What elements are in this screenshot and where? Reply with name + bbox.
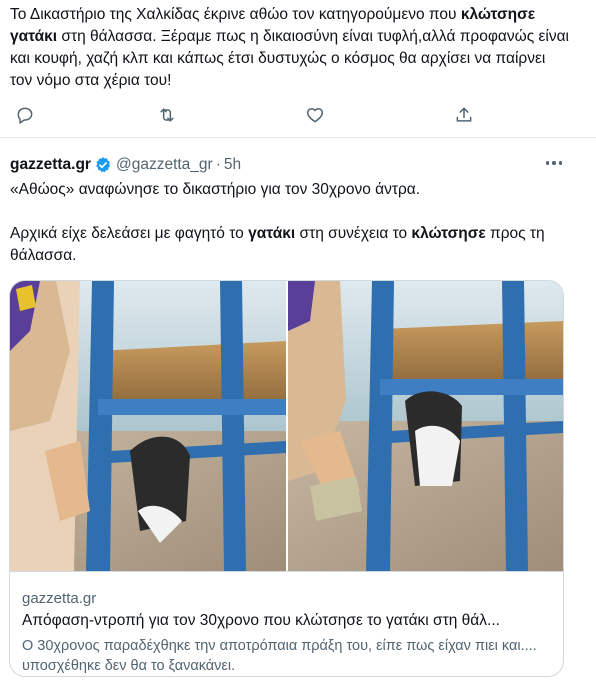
share-button[interactable] — [447, 100, 481, 130]
retweet-button[interactable] — [150, 100, 184, 130]
previous-tweet: Το Δικαστήριο της Χαλκίδας έκρινε αθώο τ… — [0, 0, 596, 138]
tweet-header: gazzetta.gr @gazzetta_gr · 5h — [10, 155, 241, 175]
card-title: Απόφαση-ντροπή για τον 30χρονο που κλώτσ… — [22, 612, 500, 629]
reply-button[interactable] — [8, 100, 42, 130]
card-description: Ο 30χρονος παραδέχθηκε την αποτρόπαια πρ… — [22, 638, 537, 674]
tweet-timestamp[interactable]: 5h — [224, 156, 241, 174]
retweet-icon — [160, 108, 174, 122]
tweet-line: «Αθώος» αναφώνησε το δικαστήριο για τον … — [10, 181, 421, 198]
separator-dot: · — [215, 156, 221, 173]
tweet-line: Αρχικά είχε δελεάσει με φαγητό το γατάκι… — [10, 225, 545, 264]
link-card[interactable]: gazzetta.gr Απόφαση-ντροπή για τον 30χρο… — [9, 280, 564, 677]
share-icon — [456, 107, 472, 122]
card-domain: gazzetta.gr — [22, 590, 97, 607]
more-options-icon[interactable] — [542, 153, 566, 173]
author-handle[interactable]: @gazzetta_gr — [116, 156, 213, 174]
verified-badge-icon — [96, 157, 111, 173]
reply-icon — [17, 107, 33, 124]
tweet-text: «Αθώος» αναφώνησε το δικαστήριο για τον … — [10, 179, 570, 267]
like-button[interactable] — [298, 100, 332, 130]
tweet[interactable]: gazzetta.gr @gazzetta_gr · 5h «Αθώος» αν… — [0, 139, 596, 684]
tweet-actions — [0, 100, 596, 130]
tweet-text: Το Δικαστήριο της Χαλκίδας έκρινε αθώο τ… — [10, 6, 569, 89]
author-name[interactable]: gazzetta.gr — [10, 156, 91, 174]
card-image[interactable] — [10, 281, 563, 571]
card-info[interactable]: gazzetta.gr Απόφαση-ντροπή για τον 30χρο… — [10, 571, 563, 676]
heart-icon — [306, 108, 324, 123]
